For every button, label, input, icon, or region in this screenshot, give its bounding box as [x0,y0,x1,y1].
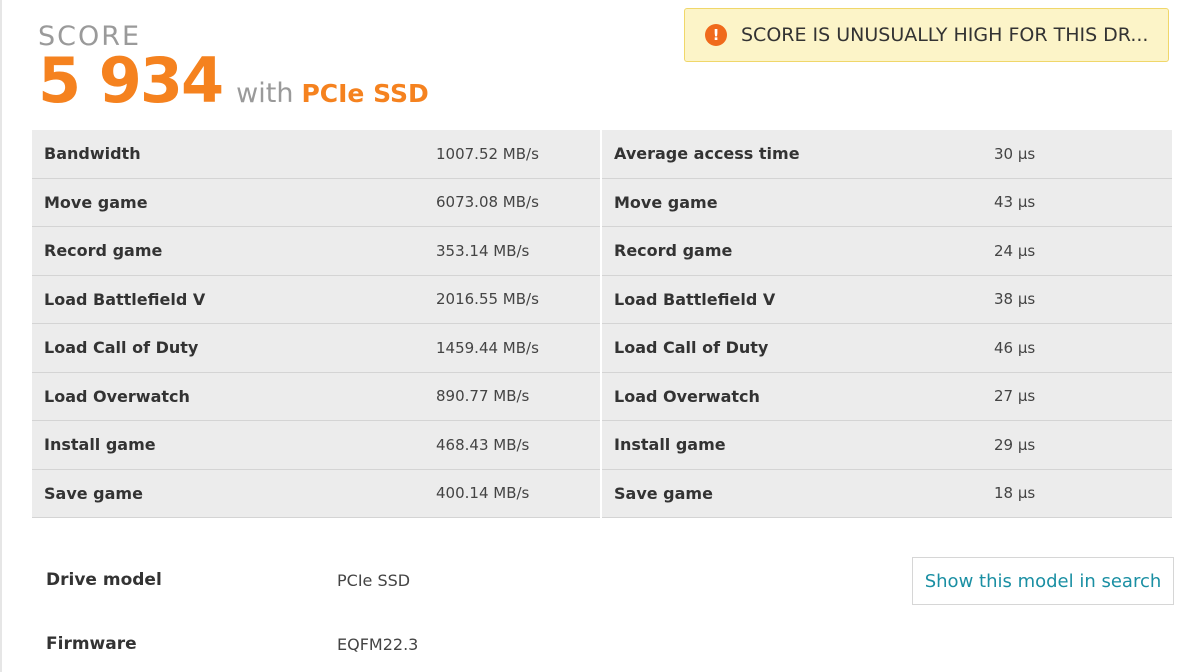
bandwidth-value: 468.43 MB/s [436,435,530,454]
detail-row-firmware: Firmware EQFM22.3 [46,612,1176,672]
table-row: Save game 400.14 MB/s Save game 18 μs [32,469,1172,518]
bandwidth-label: Install game [44,435,156,455]
access-time-cell: Load Call of Duty 46 μs [602,324,1172,373]
bandwidth-cell: Load Battlefield V 2016.55 MB/s [32,275,600,324]
bandwidth-cell: Save game 400.14 MB/s [32,469,600,518]
access-time-label: Install game [614,435,726,455]
access-time-cell: Move game 43 μs [602,178,1172,227]
access-time-cell: Load Overwatch 27 μs [602,372,1172,421]
bandwidth-cell: Bandwidth 1007.52 MB/s [32,130,600,179]
bandwidth-value: 6073.08 MB/s [436,193,539,212]
table-row: Load Battlefield V 2016.55 MB/s Load Battl… [32,275,1172,324]
bandwidth-cell: Load Call of Duty 1459.44 MB/s [32,324,600,373]
bandwidth-label: Load Battlefield V [44,289,206,309]
access-time-label: Load Overwatch [614,386,760,406]
drive-model-value: PCIe SSD [337,570,411,590]
bandwidth-label: Load Call of Duty [44,338,199,358]
bandwidth-cell: Move game 6073.08 MB/s [32,178,600,227]
score-line: 5 934 with PCIe SSD [38,50,429,112]
access-time-cell: Load Battlefield V 38 μs [602,275,1172,324]
warning-icon: ! [705,24,727,46]
access-time-label: Save game [614,483,713,503]
access-time-value: 38 μs [994,290,1036,309]
drive-model-label: Drive model [46,570,162,590]
access-time-value: 18 μs [994,484,1036,503]
access-time-value: 43 μs [994,193,1036,212]
bandwidth-label: Bandwidth [44,144,141,164]
access-time-label: Average access time [614,144,800,164]
bandwidth-label: Load Overwatch [44,386,190,406]
score-with-text: with [236,78,294,109]
bandwidth-value: 353.14 MB/s [436,241,530,260]
bandwidth-label: Save game [44,483,143,503]
access-time-label: Move game [614,192,718,212]
access-time-label: Record game [614,241,733,261]
bandwidth-cell: Install game 468.43 MB/s [32,421,600,470]
show-model-in-search-button[interactable]: Show this model in search [912,557,1174,605]
bandwidth-cell: Load Overwatch 890.77 MB/s [32,372,600,421]
results-table: Bandwidth 1007.52 MB/s Average access time… [32,130,1172,518]
access-time-label: Load Call of Duty [614,338,769,358]
table-row: Load Overwatch 890.77 MB/s Load Overwatch 2… [32,372,1172,421]
table-row: Install game 468.43 MB/s Install game 29 μs [32,421,1172,470]
bandwidth-value: 890.77 MB/s [436,387,530,406]
access-time-value: 29 μs [994,435,1036,454]
result-page: SCORE 5 934 with PCIe SSD ! SCORE IS UNU… [0,0,1180,672]
bandwidth-label: Record game [44,241,163,261]
table-row: Bandwidth 1007.52 MB/s Average access time… [32,130,1172,179]
bandwidth-cell: Record game 353.14 MB/s [32,227,600,276]
bandwidth-label: Move game [44,192,148,212]
access-time-value: 30 μs [994,144,1036,163]
warning-text: SCORE IS UNUSUALLY HIGH FOR THIS DR... [741,24,1149,46]
table-row: Record game 353.14 MB/s Record game 24 μs [32,227,1172,276]
bandwidth-value: 2016.55 MB/s [436,290,539,309]
score-value: 5 934 [38,44,224,117]
access-time-label: Load Battlefield V [614,289,776,309]
bandwidth-value: 1459.44 MB/s [436,338,539,357]
access-time-cell: Save game 18 μs [602,469,1172,518]
access-time-cell: Install game 29 μs [602,421,1172,470]
access-time-value: 24 μs [994,241,1036,260]
access-time-cell: Record game 24 μs [602,227,1172,276]
score-block: SCORE 5 934 with PCIe SSD [38,22,429,112]
score-warning-banner[interactable]: ! SCORE IS UNUSUALLY HIGH FOR THIS DR... [684,8,1169,62]
score-drive-name: PCIe SSD [301,79,429,108]
access-time-cell: Average access time 30 μs [602,130,1172,179]
bandwidth-value: 1007.52 MB/s [436,144,539,163]
firmware-value: EQFM22.3 [337,634,419,654]
bandwidth-value: 400.14 MB/s [436,484,530,503]
firmware-label: Firmware [46,634,137,654]
access-time-value: 46 μs [994,338,1036,357]
table-row: Load Call of Duty 1459.44 MB/s Load Call o… [32,324,1172,373]
table-row: Move game 6073.08 MB/s Move game 43 μs [32,178,1172,227]
access-time-value: 27 μs [994,387,1036,406]
